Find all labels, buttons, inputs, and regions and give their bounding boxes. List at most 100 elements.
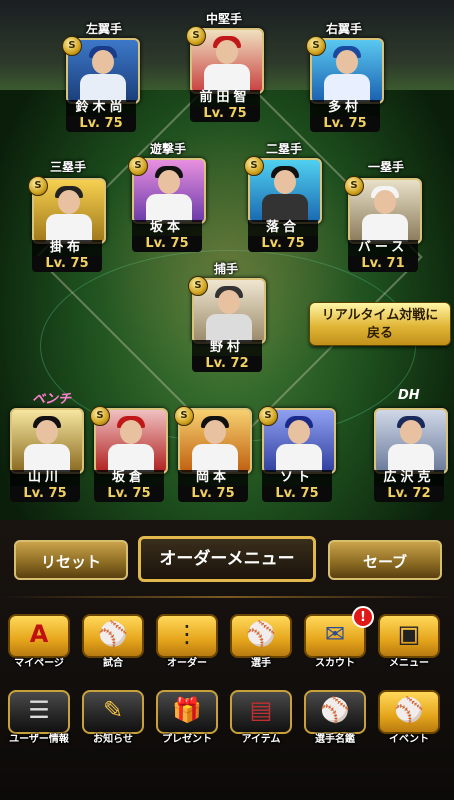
menu-label: プレゼント <box>162 734 212 745</box>
menu-match[interactable]: ⚾ 試合 <box>78 614 148 670</box>
menu-player[interactable]: ⚾ 選手 <box>226 614 296 670</box>
menu-label: 試合 <box>103 658 123 669</box>
item-icon: ▤ <box>249 696 273 724</box>
player-card-3b[interactable]: S 掛布 Lv. 75 <box>28 176 106 274</box>
player-card-dh[interactable]: 広沢克 Lv. 72 <box>370 406 448 504</box>
match-icon: ⚾ <box>98 620 128 648</box>
mypage-icon: A <box>29 620 49 648</box>
save-button[interactable]: セーブ <box>328 540 442 580</box>
rank-badge: S <box>174 406 194 426</box>
directory-icon: ⚾ <box>320 696 350 724</box>
player-card-bench-4[interactable]: S ソト Lv. 75 <box>258 406 336 504</box>
player-card-bench-1[interactable]: 山川 Lv. 75 <box>6 406 84 504</box>
menu-label: お知らせ <box>93 734 133 745</box>
player-level: Lv. 72 <box>192 356 262 372</box>
menu-label: 選手名鑑 <box>315 734 355 745</box>
position-label-rf: 右翼手 <box>326 22 363 36</box>
player-level: Lv. 75 <box>310 116 380 132</box>
player-photo <box>10 408 84 474</box>
order-menu-button[interactable]: オーダーメニュー <box>138 536 316 582</box>
player-name: 野村 <box>192 340 262 356</box>
position-label-c: 捕手 <box>214 262 239 276</box>
player-name: 前田智 <box>190 90 260 106</box>
player-level: Lv. 75 <box>248 236 318 252</box>
player-level: Lv. 71 <box>348 256 418 272</box>
player-level: Lv. 75 <box>94 486 164 502</box>
divider <box>0 596 454 598</box>
position-label-2b: 二塁手 <box>266 142 303 156</box>
player-level: Lv. 75 <box>66 116 136 132</box>
player-photo <box>374 408 448 474</box>
position-label-1b: 一塁手 <box>368 160 405 174</box>
menu-menu[interactable]: ▣ メニュー <box>374 614 444 670</box>
realtime-label-line1: リアルタイム対戦に <box>321 308 439 323</box>
bench-label: ベンチ <box>32 392 72 407</box>
player-name: バース <box>348 240 418 256</box>
rank-badge: S <box>128 156 148 176</box>
menu-label: オーダー <box>167 658 207 669</box>
player-name: 落合 <box>248 220 318 236</box>
event-icon: ⚾ <box>394 696 424 724</box>
menu-user-info[interactable]: ☰ ユーザー情報 <box>4 690 74 746</box>
present-icon: 🎁 <box>172 696 202 724</box>
player-card-lf[interactable]: S 鈴木尚 Lv. 75 <box>62 36 140 134</box>
player-level: Lv. 75 <box>190 106 260 122</box>
player-card-1b[interactable]: S バース Lv. 71 <box>344 176 422 274</box>
menu-player-directory[interactable]: ⚾ 選手名鑑 <box>300 690 370 746</box>
rank-badge: S <box>258 406 278 426</box>
menu-event[interactable]: ⚾ イベント <box>374 690 444 746</box>
news-icon: ✎ <box>102 696 124 724</box>
player-card-rf[interactable]: S 多村 Lv. 75 <box>306 36 384 134</box>
rank-badge: S <box>188 276 208 296</box>
menu-news[interactable]: ✎ お知らせ <box>78 690 148 746</box>
reset-button[interactable]: リセット <box>14 540 128 580</box>
rank-badge: S <box>186 26 206 46</box>
menu-label: アイテム <box>241 734 281 745</box>
player-name: 山川 <box>10 470 80 486</box>
menu-label: ユーザー情報 <box>9 734 69 745</box>
player-name: 坂倉 <box>94 470 164 486</box>
rank-badge: S <box>90 406 110 426</box>
rank-badge: S <box>244 156 264 176</box>
player-card-c[interactable]: S 野村 Lv. 72 <box>188 276 266 374</box>
menu-mypage[interactable]: A マイページ <box>4 614 74 670</box>
player-name: 多村 <box>310 100 380 116</box>
position-label-ss: 遊撃手 <box>150 142 187 156</box>
player-name: 鈴木尚 <box>66 100 136 116</box>
rank-badge: S <box>306 36 326 56</box>
player-name: ソト <box>262 470 332 486</box>
player-card-cf[interactable]: S 前田智 Lv. 75 <box>186 26 264 124</box>
menu-label: 選手 <box>251 658 271 669</box>
player-name: 坂本 <box>132 220 202 236</box>
scout-notification-badge: ! <box>352 606 374 628</box>
menu-icon: ▣ <box>397 620 421 648</box>
rank-badge: S <box>28 176 48 196</box>
realtime-label-line2: 戻る <box>366 326 393 341</box>
return-to-realtime-button[interactable]: リアルタイム対戦に 戻る <box>309 302 451 346</box>
player-level: Lv. 75 <box>10 486 80 502</box>
player-name: 岡本 <box>178 470 248 486</box>
player-name: 広沢克 <box>374 470 444 486</box>
dh-label: DH <box>398 388 420 403</box>
order-icon: ⋮ <box>175 620 199 648</box>
position-label-3b: 三塁手 <box>50 160 87 174</box>
player-card-ss[interactable]: S 坂本 Lv. 75 <box>128 156 206 254</box>
menu-present[interactable]: 🎁 プレゼント <box>152 690 222 746</box>
rank-badge: S <box>344 176 364 196</box>
user-info-icon: ☰ <box>28 696 50 724</box>
menu-scout[interactable]: ✉ スカウト ! <box>300 606 374 670</box>
menu-order[interactable]: ⋮ オーダー <box>152 614 222 670</box>
player-card-2b[interactable]: S 落合 Lv. 75 <box>244 156 322 254</box>
player-level: Lv. 75 <box>32 256 102 272</box>
menu-label: スカウト <box>315 658 355 669</box>
player-level: Lv. 72 <box>374 486 444 502</box>
menu-label: マイページ <box>14 658 64 669</box>
rank-badge: S <box>62 36 82 56</box>
position-label-lf: 左翼手 <box>86 22 123 36</box>
menu-label: メニュー <box>389 658 429 669</box>
player-level: Lv. 75 <box>132 236 202 252</box>
player-card-bench-2[interactable]: S 坂倉 Lv. 75 <box>90 406 168 504</box>
player-card-bench-3[interactable]: S 岡本 Lv. 75 <box>174 406 252 504</box>
player-icon: ⚾ <box>246 620 276 648</box>
menu-item[interactable]: ▤ アイテム <box>226 690 296 746</box>
